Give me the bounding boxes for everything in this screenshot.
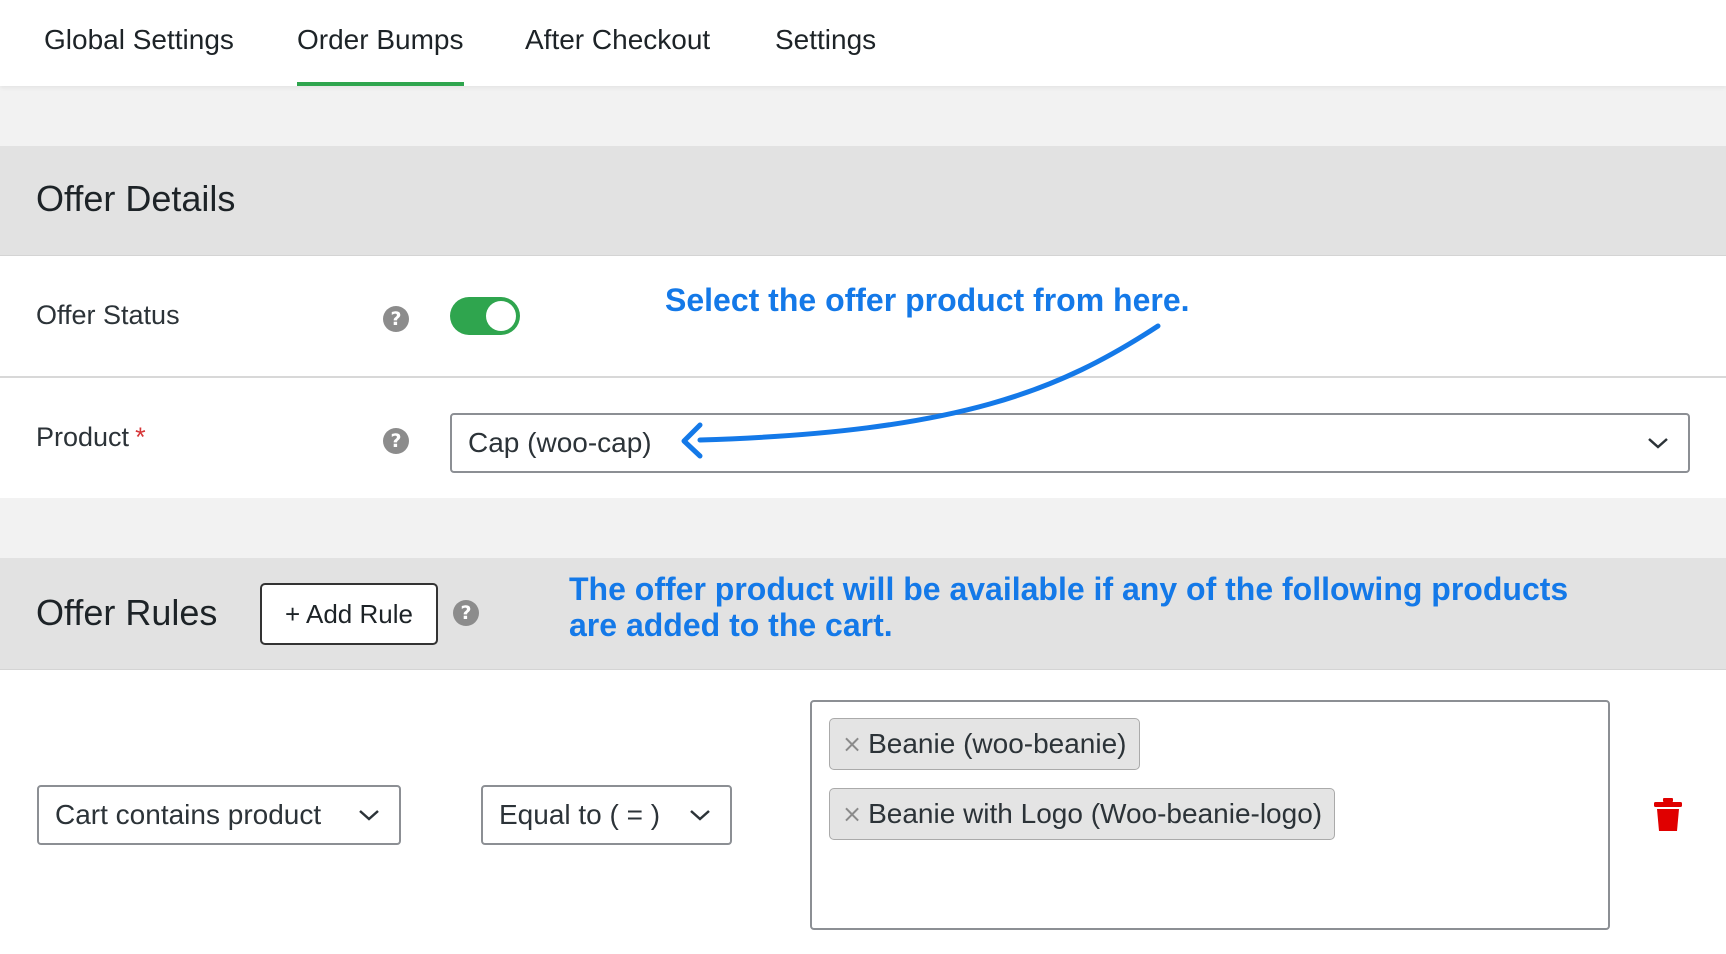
annotation-select-product: Select the offer product from here. [665,282,1190,318]
tab-order-bumps[interactable]: Order Bumps [297,0,464,86]
annotation-rules-line2: are added to the cart. [569,607,893,643]
offer-status-help-icon[interactable]: ? [383,306,409,332]
product-select-value: Cap (woo-cap) [468,427,652,458]
offer-details-title: Offer Details [36,178,236,219]
annotation-rules-line1: The offer product will be available if a… [569,571,1569,607]
product-label-text: Product [36,422,130,452]
offer-status-label: Offer Status [36,300,180,330]
product-label: Product * [36,422,146,453]
rule-condition-value: Cart contains product [55,799,322,830]
remove-chip-icon[interactable]: × [842,730,862,758]
chevron-down-icon [690,810,710,821]
product-chip-label: Beanie (woo-beanie) [868,728,1127,759]
chevron-down-icon [1648,438,1668,449]
tab-settings[interactable]: Settings [775,0,876,86]
chevron-down-icon [359,810,379,821]
product-help-icon[interactable]: ? [383,428,409,454]
offer-rules-help-icon[interactable]: ? [453,600,479,626]
rule-operator-value: Equal to ( = ) [499,799,661,830]
product-select[interactable]: Cap (woo-cap) [450,413,1690,473]
rule-operator-select[interactable]: Equal to ( = ) [481,785,732,845]
trash-icon[interactable] [1653,798,1683,832]
add-rule-button[interactable]: + Add Rule [260,583,438,645]
offer-rules-title: Offer Rules [36,592,218,633]
product-chip: × Beanie with Logo (Woo-beanie-logo) [829,788,1336,840]
offer-rules-panel: Cart contains product Equal to ( = ) × B… [0,670,1726,954]
product-chip-label: Beanie with Logo (Woo-beanie-logo) [868,798,1323,829]
tab-after-checkout[interactable]: After Checkout [525,0,710,86]
rule-condition-select[interactable]: Cart contains product [37,785,401,845]
remove-chip-icon[interactable]: × [842,800,862,828]
rule-products-multiselect[interactable]: × Beanie (woo-beanie) × Beanie with Logo… [810,700,1610,930]
tab-global-settings[interactable]: Global Settings [44,0,234,86]
offer-details-header: Offer Details [0,146,1726,256]
required-mark: * [135,422,146,452]
toggle-knob [486,301,516,331]
row-divider [0,376,1726,378]
product-chip: × Beanie (woo-beanie) [829,718,1140,770]
tab-bar: Global Settings Order Bumps After Checko… [0,0,1726,86]
offer-status-toggle[interactable] [450,297,520,335]
